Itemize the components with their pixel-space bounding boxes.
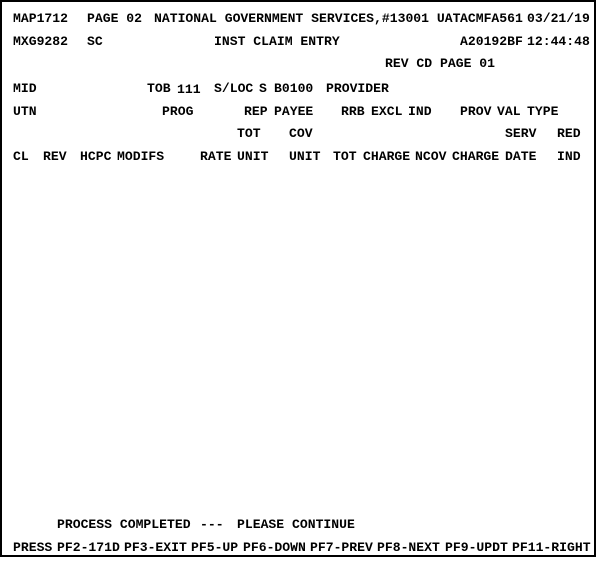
column-header-cov-top: COV (289, 126, 313, 141)
screen-title: INST CLAIM ENTRY (214, 33, 340, 49)
pf-key-pf9-updt[interactable]: PF9-UPDT (445, 537, 508, 556)
pf-key-pf6-down[interactable]: PF6-DOWN (243, 537, 306, 556)
column-header-hcpc: HCPC (80, 148, 112, 164)
column-header-serv-date: DATE (505, 148, 537, 164)
prog-label: PROG (162, 103, 194, 119)
provider-label: PROVIDER (326, 81, 389, 96)
status-message: PROCESS COMPLETED (57, 517, 191, 532)
val-label: VAL (497, 103, 521, 119)
rep-label: REP (244, 103, 268, 119)
mainframe-terminal-screen: MAP1712 PAGE 02 NATIONAL GOVERNMENT SERV… (0, 0, 596, 557)
mid-input[interactable] (42, 78, 132, 101)
transaction-id: MXG9282 (13, 33, 69, 49)
column-header-red-ind: IND (557, 148, 581, 164)
prog-input[interactable] (199, 100, 244, 123)
pf-key-pf8-next[interactable]: PF8-NEXT (377, 537, 440, 556)
sloc-label: S/LOC (214, 81, 254, 96)
rrb-excl-ind-input[interactable] (438, 100, 460, 123)
column-header-serv-top: SERV (505, 126, 537, 141)
column-header-charge: CHARGE (363, 148, 411, 164)
type-label: TYPE (527, 103, 559, 119)
map-id: MAP1712 (13, 11, 69, 26)
status-separator: --- (200, 517, 224, 532)
pf-key-pf2-171d[interactable]: PF2-171D (57, 537, 120, 556)
column-header-cl: CL (13, 148, 29, 164)
terminal-text-area: MAP1712 PAGE 02 NATIONAL GOVERNMENT SERV… (2, 2, 594, 555)
rep-payee-input[interactable] (319, 100, 341, 123)
mid-label: MID (13, 81, 37, 96)
utn-input[interactable] (42, 100, 154, 123)
system-time: 12:44:48 (527, 33, 590, 49)
pf-key-pf7-prev[interactable]: PF7-PREV (310, 537, 373, 556)
session-id: A20192BF (460, 33, 523, 49)
pf-key-pf11-right[interactable]: PF11-RIGHT (512, 537, 591, 556)
ind-label: IND (408, 103, 432, 119)
sloc-value: B0100 (274, 81, 314, 96)
pf-key-prefix: PRESS (13, 539, 53, 555)
tob-input[interactable] (177, 78, 203, 101)
sloc-status: S (259, 81, 267, 96)
claim-detail-entry-area[interactable] (13, 168, 587, 508)
column-header-tot: TOT (333, 148, 357, 164)
region-code: SC (87, 33, 103, 49)
pf-key-pf3-exit[interactable]: PF3-EXIT (124, 537, 187, 556)
column-header-tot-top: TOT (237, 126, 261, 141)
payee-label: PAYEE (274, 103, 314, 119)
utn-label: UTN (13, 103, 37, 119)
rrb-label: RRB (341, 103, 365, 119)
terminal-id: ACMFA561 (460, 11, 523, 26)
prov-label: PROV (460, 103, 492, 119)
column-header-unit-cov: UNIT (289, 148, 321, 164)
column-header-rate: RATE (200, 148, 232, 164)
column-header-modifs: MODIFS (117, 148, 165, 164)
excl-label: EXCL (371, 103, 403, 119)
column-header-rev: REV (43, 148, 67, 164)
organization-name: NATIONAL GOVERNMENT SERVICES,#13001 UAT (154, 11, 461, 26)
tob-label: TOB (147, 81, 171, 96)
provider-input[interactable] (393, 78, 483, 101)
column-header-red-top: RED (557, 126, 581, 141)
page-label: PAGE 02 (87, 11, 143, 26)
column-header-ncov-charge: CHARGE (452, 148, 500, 164)
column-header-ncov: NCOV (415, 148, 447, 164)
system-date: 03/21/19 (527, 11, 590, 26)
column-header-unit-tot: UNIT (237, 148, 269, 164)
pf-key-pf5-up[interactable]: PF5-UP (191, 537, 238, 556)
status-continue-text: PLEASE CONTINUE (237, 517, 355, 532)
rev-cd-page-indicator: REV CD PAGE 01 (385, 56, 496, 71)
